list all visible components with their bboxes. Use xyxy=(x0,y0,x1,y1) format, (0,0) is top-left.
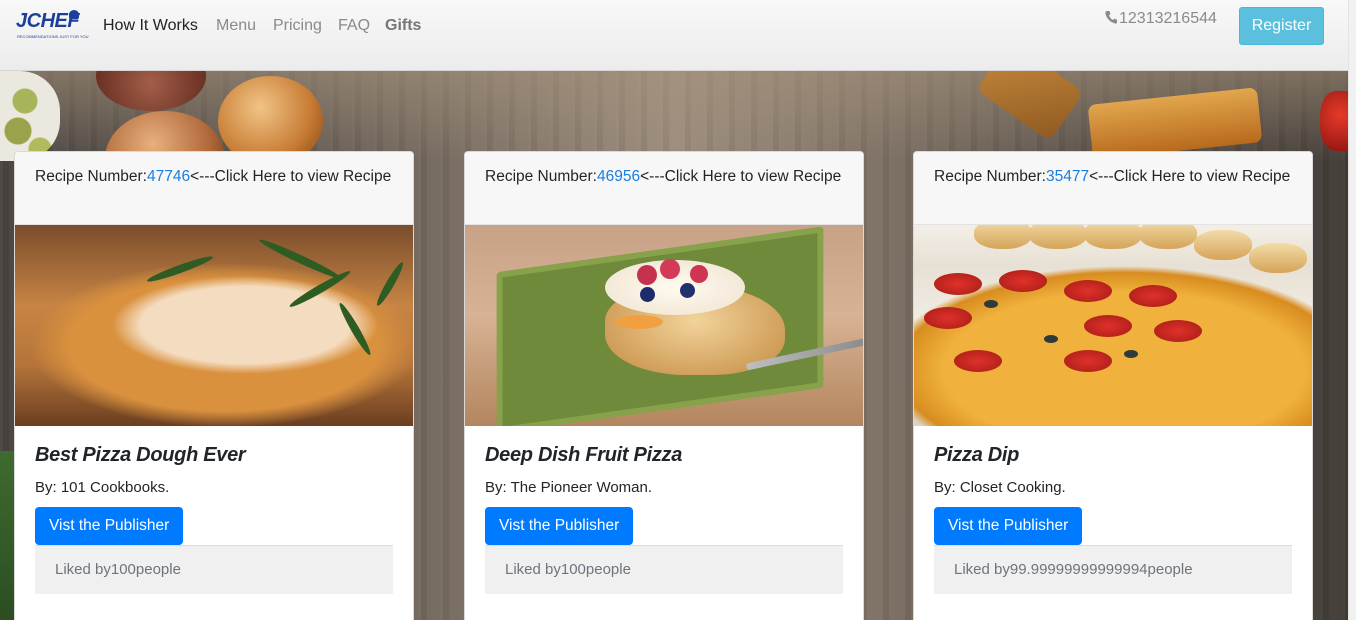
pepperoni xyxy=(1084,315,1132,337)
likes-footer: Liked by100people xyxy=(485,545,843,594)
recipe-author: By: The Pioneer Woman. xyxy=(485,479,653,496)
recipe-view-hint: <---Click Here to view Recipe xyxy=(190,168,392,185)
card-header: Recipe Number:46956<---Click Here to vie… xyxy=(465,152,863,225)
card-header: Recipe Number:47746<---Click Here to vie… xyxy=(15,152,413,225)
likes-footer: Liked by99.99999999999994people xyxy=(934,545,1292,594)
recipe-number-link[interactable]: 47746 xyxy=(147,168,190,185)
recipe-card: Recipe Number:46956<---Click Here to vie… xyxy=(464,151,864,620)
likes-footer: Liked by100people xyxy=(35,545,393,594)
recipe-card: Recipe Number:35477<---Click Here to vie… xyxy=(913,151,1313,620)
olive xyxy=(1044,335,1058,343)
recipe-image xyxy=(465,225,863,426)
card-body: Best Pizza Dough Ever By: 101 Cookbooks.… xyxy=(15,426,413,594)
recipe-number-label: Recipe Number: xyxy=(934,168,1046,185)
nav-faq[interactable]: FAQ xyxy=(338,17,370,35)
phone-icon xyxy=(1105,11,1117,24)
pepperoni xyxy=(1129,285,1177,307)
card-body: Pizza Dip By: Closet Cooking. Vist the P… xyxy=(914,426,1312,594)
olive xyxy=(1124,350,1138,358)
card-header: Recipe Number:35477<---Click Here to vie… xyxy=(914,152,1312,225)
register-button[interactable]: Register xyxy=(1239,7,1324,45)
phone-text: 12313216544 xyxy=(1119,10,1217,27)
red-pepper xyxy=(1320,91,1348,151)
recipe-title: Pizza Dip xyxy=(934,444,1020,466)
blueberry xyxy=(680,283,695,298)
nav-gifts[interactable]: Gifts xyxy=(385,17,421,35)
recipe-author: By: Closet Cooking. xyxy=(934,479,1066,496)
recipe-number-link[interactable]: 35477 xyxy=(1046,168,1089,185)
nav-pricing[interactable]: Pricing xyxy=(273,17,322,35)
pepperoni xyxy=(924,307,972,329)
pepperoni xyxy=(1154,320,1202,342)
recipe-image xyxy=(914,225,1312,426)
recipe-title: Best Pizza Dough Ever xyxy=(35,444,246,466)
logo[interactable]: JCHEF RECOMMENDATIONS JUST FOR YOU xyxy=(14,10,89,44)
phone-number[interactable]: 12313216544 xyxy=(1105,10,1217,28)
pepperoni xyxy=(999,270,1047,292)
pepperoni xyxy=(934,273,982,295)
visit-publisher-button[interactable]: Vist the Publisher xyxy=(35,507,184,545)
nav-menu[interactable]: Menu xyxy=(216,17,256,35)
raspberry xyxy=(690,265,708,283)
pepperoni xyxy=(1064,280,1112,302)
recipe-number-label: Recipe Number: xyxy=(485,168,597,185)
visit-publisher-button[interactable]: Vist the Publisher xyxy=(934,507,1083,545)
raspberry xyxy=(660,259,680,279)
recipe-view-hint: <---Click Here to view Recipe xyxy=(640,168,842,185)
bread-slice xyxy=(1249,243,1307,273)
bread-slice xyxy=(1029,225,1087,249)
recipe-card: Recipe Number:47746<---Click Here to vie… xyxy=(14,151,414,620)
recipe-image xyxy=(15,225,413,426)
blueberry xyxy=(640,287,655,302)
bread-slice xyxy=(974,225,1032,249)
navbar: JCHEF RECOMMENDATIONS JUST FOR YOU How I… xyxy=(0,0,1348,71)
nav-how-it-works[interactable]: How It Works xyxy=(103,17,198,35)
peach-slice xyxy=(615,315,663,329)
olive xyxy=(984,300,998,308)
pepperoni xyxy=(954,350,1002,372)
page-scrollbar[interactable] xyxy=(1348,0,1356,620)
pepperoni xyxy=(1064,350,1112,372)
recipe-number-link[interactable]: 46956 xyxy=(597,168,640,185)
recipe-view-hint: <---Click Here to view Recipe xyxy=(1089,168,1291,185)
raspberry xyxy=(637,265,657,285)
logo-tagline: RECOMMENDATIONS JUST FOR YOU xyxy=(17,34,89,39)
recipe-number-label: Recipe Number: xyxy=(35,168,147,185)
bread-slice xyxy=(1139,225,1197,249)
recipe-title: Deep Dish Fruit Pizza xyxy=(485,444,683,466)
recipe-author: By: 101 Cookbooks. xyxy=(35,479,170,496)
bread-slice xyxy=(1084,225,1142,249)
visit-publisher-button[interactable]: Vist the Publisher xyxy=(485,507,634,545)
bread-slice xyxy=(1194,230,1252,260)
chef-hat-icon xyxy=(69,10,79,19)
card-body: Deep Dish Fruit Pizza By: The Pioneer Wo… xyxy=(465,426,863,594)
